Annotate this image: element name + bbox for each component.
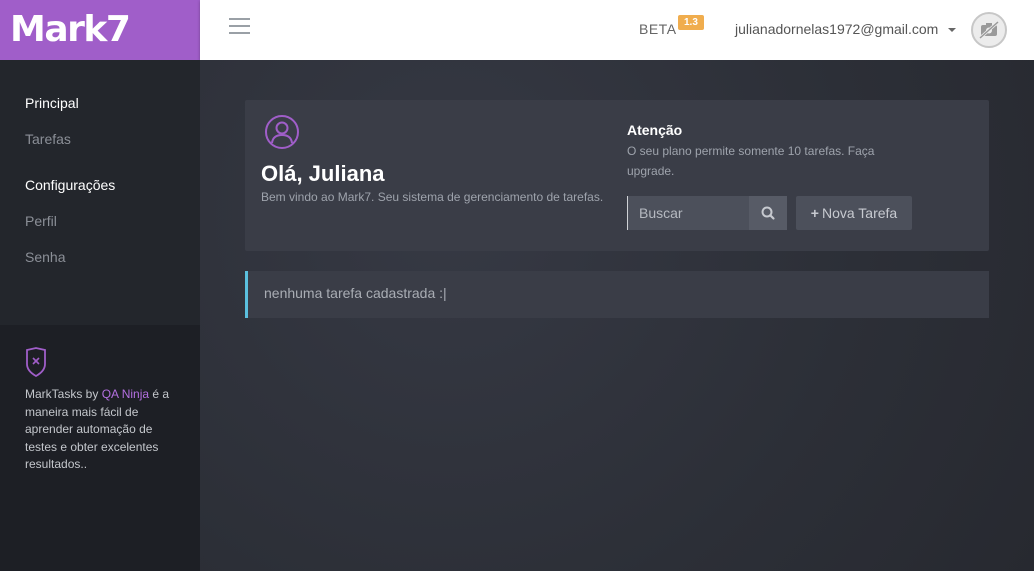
sidebar-item-perfil[interactable]: Perfil — [25, 213, 57, 229]
shield-x-icon — [26, 347, 46, 377]
sidebar-footer: MarkTasks by QA Ninja é a maneira mais f… — [0, 325, 200, 571]
welcome-panel: Olá, Juliana Bem vindo ao Mark7. Seu sis… — [245, 100, 989, 251]
welcome-text: Bem vindo ao Mark7. Seu sistema de geren… — [261, 190, 604, 204]
version-badge: 1.3 — [678, 15, 704, 30]
attention-text: O seu plano permite somente 10 tarefas. … — [627, 144, 875, 178]
no-camera-icon — [979, 20, 999, 40]
qa-ninja-link[interactable]: QA Ninja — [102, 387, 149, 401]
plus-icon: + — [810, 205, 819, 221]
new-task-button[interactable]: + Nova Tarefa — [796, 196, 912, 230]
sidebar-section-configuracoes: Configurações — [25, 177, 116, 193]
user-email: julianadornelas1972@gmail.com — [735, 21, 939, 37]
search-input[interactable] — [627, 196, 749, 230]
empty-message: nenhuma tarefa cadastrada :| — [264, 285, 447, 301]
search-button[interactable] — [749, 196, 787, 230]
user-icon — [265, 115, 299, 149]
main-content: Olá, Juliana Bem vindo ao Mark7. Seu sis… — [200, 60, 1034, 571]
beta-label: BETA — [639, 21, 677, 37]
sidebar: Principal Tarefas Configurações Perfil S… — [0, 60, 200, 571]
menu-icon[interactable] — [229, 18, 250, 36]
empty-tasks-alert: nenhuma tarefa cadastrada :| — [245, 271, 989, 318]
sidebar-section-principal: Principal — [25, 95, 79, 111]
app-logo[interactable]: Mark7 — [0, 0, 200, 60]
greeting-title: Olá, Juliana — [261, 161, 385, 186]
user-menu[interactable]: julianadornelas1972@gmail.com — [735, 21, 957, 37]
new-task-label: Nova Tarefa — [821, 205, 898, 221]
attention-title: Atenção — [627, 122, 683, 138]
sidebar-item-tarefas[interactable]: Tarefas — [25, 131, 71, 147]
footer-text: MarkTasks by QA Ninja é a maneira mais f… — [25, 387, 170, 471]
top-navbar: BETA 1.3 julianadornelas1972@gmail.com — [200, 0, 1034, 60]
search-icon — [761, 206, 775, 220]
caret-down-icon — [948, 28, 957, 33]
sidebar-item-senha[interactable]: Senha — [25, 249, 65, 265]
user-avatar[interactable] — [971, 12, 1007, 48]
